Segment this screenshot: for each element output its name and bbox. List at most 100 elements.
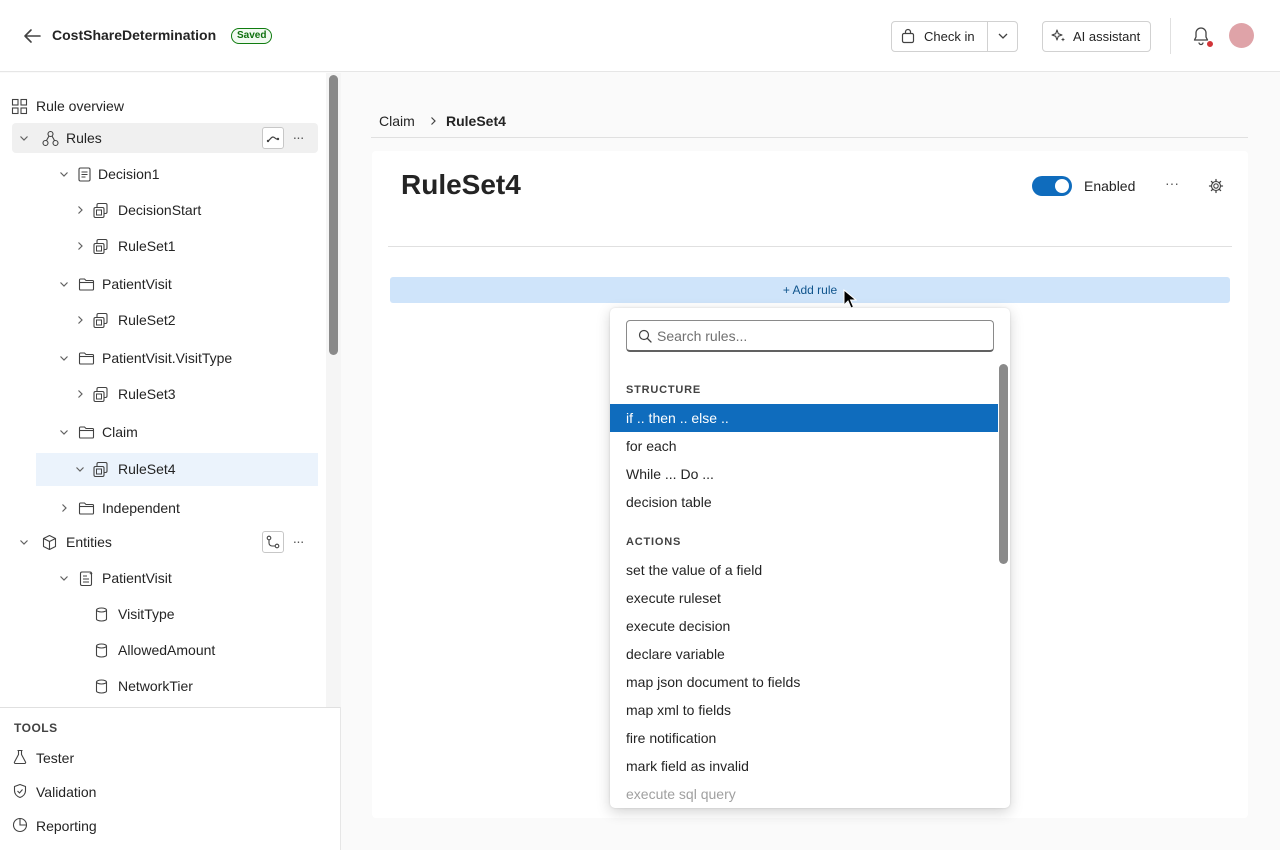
tree-item-rules[interactable]: Rules ··· bbox=[12, 123, 318, 153]
ruleset-icon bbox=[93, 238, 108, 255]
tree-item-claim[interactable]: Claim bbox=[36, 417, 318, 447]
tree-item-ruleset3[interactable]: RuleSet3 bbox=[36, 379, 318, 409]
chevron-right-icon[interactable] bbox=[74, 314, 86, 326]
database-icon bbox=[95, 607, 108, 622]
check-in-menu-button[interactable] bbox=[987, 22, 1017, 51]
tree-item-networktier[interactable]: NetworkTier bbox=[36, 671, 318, 701]
chevron-down-icon[interactable] bbox=[18, 132, 30, 144]
rule-option-declare-variable[interactable]: declare variable bbox=[610, 640, 998, 668]
rule-option-fire-notification[interactable]: fire notification bbox=[610, 724, 998, 752]
option-label: set the value of a field bbox=[626, 562, 763, 578]
tree-item-ruleset4[interactable]: RuleSet4 bbox=[36, 453, 318, 486]
sidebar-scroll-thumb[interactable] bbox=[329, 75, 338, 355]
tree-label: Entities bbox=[66, 534, 112, 550]
section-heading-actions: ACTIONS bbox=[626, 536, 682, 548]
chevron-down-icon[interactable] bbox=[58, 426, 70, 438]
rule-option-execute-ruleset[interactable]: execute ruleset bbox=[610, 584, 998, 612]
tree-item-independent[interactable]: Independent bbox=[36, 493, 318, 523]
rule-option-map-xml[interactable]: map xml to fields bbox=[610, 696, 998, 724]
pie-chart-icon bbox=[12, 817, 28, 833]
tree-label: PatientVisit.VisitType bbox=[102, 350, 233, 366]
document-icon bbox=[78, 167, 91, 182]
title-divider bbox=[388, 246, 1232, 247]
avatar[interactable] bbox=[1229, 23, 1254, 48]
chevron-down-icon[interactable] bbox=[58, 168, 70, 180]
chevron-right-icon[interactable] bbox=[74, 240, 86, 252]
folder-icon bbox=[78, 426, 95, 439]
add-rule-label: + Add rule bbox=[782, 283, 838, 297]
tree-label: AllowedAmount bbox=[118, 642, 216, 658]
more-options-icon[interactable]: ··· bbox=[288, 532, 308, 552]
option-label: execute decision bbox=[626, 618, 731, 634]
tree-item-visittype[interactable]: VisitType bbox=[36, 599, 318, 629]
entity-graph-button[interactable] bbox=[262, 531, 284, 553]
rule-option-map-json[interactable]: map json document to fields bbox=[610, 668, 998, 696]
tree-label: Decision1 bbox=[98, 166, 160, 182]
rule-option-for-each[interactable]: for each bbox=[610, 432, 998, 460]
option-label: execute sql query bbox=[626, 786, 736, 802]
dropdown-scroll-thumb[interactable] bbox=[999, 364, 1008, 564]
app-header: CostShareDetermination Saved Check in AI… bbox=[0, 0, 1280, 72]
enabled-label: Enabled bbox=[1084, 178, 1136, 194]
tool-label: Reporting bbox=[36, 818, 97, 834]
rule-option-if-then-else[interactable]: if .. then .. else .. bbox=[610, 404, 998, 432]
rule-option-execute-decision[interactable]: execute decision bbox=[610, 612, 998, 640]
chevron-down-icon[interactable] bbox=[74, 463, 86, 475]
check-in-label: Check in bbox=[924, 29, 975, 44]
chevron-down-icon[interactable] bbox=[58, 278, 70, 290]
tool-validation[interactable]: Validation bbox=[10, 780, 210, 804]
search-icon bbox=[638, 329, 652, 343]
more-options-icon[interactable]: ··· bbox=[1161, 175, 1183, 195]
rule-tree: Rule overview Rules ··· Decision1 Decisi… bbox=[0, 73, 326, 707]
rule-option-mark-invalid[interactable]: mark field as invalid bbox=[610, 752, 998, 780]
search-rules-input[interactable] bbox=[657, 326, 987, 346]
rule-option-set-field-value[interactable]: set the value of a field bbox=[610, 556, 998, 584]
ruleset-icon bbox=[93, 202, 108, 219]
tree-item-allowedamount[interactable]: AllowedAmount bbox=[36, 635, 318, 665]
rule-option-while-do[interactable]: While ... Do ... bbox=[610, 460, 998, 488]
tree-item-patientvisit[interactable]: PatientVisit bbox=[36, 269, 318, 299]
breadcrumb-current: RuleSet4 bbox=[446, 113, 506, 129]
option-label: mark field as invalid bbox=[626, 758, 749, 774]
tool-reporting[interactable]: Reporting bbox=[10, 814, 210, 838]
enabled-toggle[interactable] bbox=[1032, 176, 1072, 196]
tree-item-ruleset1[interactable]: RuleSet1 bbox=[36, 231, 318, 261]
ai-assistant-button[interactable]: AI assistant bbox=[1042, 21, 1151, 52]
tree-label: PatientVisit bbox=[102, 276, 172, 292]
option-label: fire notification bbox=[626, 730, 717, 746]
rule-overview-link[interactable]: Rule overview bbox=[8, 91, 318, 121]
folder-icon bbox=[78, 278, 95, 291]
sidebar: Rule overview Rules ··· Decision1 Decisi… bbox=[0, 73, 341, 850]
folder-icon bbox=[78, 502, 95, 515]
tree-item-entities[interactable]: Entities ··· bbox=[12, 527, 318, 557]
link-rules-button[interactable] bbox=[262, 127, 284, 149]
rule-option-execute-sql: execute sql query bbox=[610, 780, 998, 808]
database-icon bbox=[95, 679, 108, 694]
ruleset-icon bbox=[93, 312, 108, 329]
tree-item-patientvisit-visittype[interactable]: PatientVisit.VisitType bbox=[36, 343, 318, 373]
search-rules-field[interactable] bbox=[626, 320, 994, 352]
chevron-right-icon[interactable] bbox=[74, 388, 86, 400]
sparkle-icon bbox=[1051, 29, 1065, 42]
back-arrow-icon[interactable] bbox=[20, 24, 44, 48]
chevron-down-icon[interactable] bbox=[58, 572, 70, 584]
tree-item-decision1[interactable]: Decision1 bbox=[36, 159, 318, 189]
tree-item-ruleset2[interactable]: RuleSet2 bbox=[36, 305, 318, 335]
tree-item-patientvisit-entity[interactable]: PatientVisit bbox=[36, 563, 318, 593]
breadcrumb-parent[interactable]: Claim bbox=[379, 113, 415, 129]
cube-icon bbox=[42, 534, 57, 551]
add-rule-button[interactable]: + Add rule bbox=[390, 277, 1230, 303]
gear-icon[interactable] bbox=[1208, 178, 1224, 194]
chevron-right-icon[interactable] bbox=[74, 204, 86, 216]
tool-tester[interactable]: Tester bbox=[10, 746, 210, 770]
toggle-knob bbox=[1055, 179, 1069, 193]
chevron-right-icon[interactable] bbox=[58, 502, 70, 514]
more-options-icon[interactable]: ··· bbox=[288, 128, 308, 148]
chevron-down-icon[interactable] bbox=[18, 536, 30, 548]
chevron-down-icon[interactable] bbox=[58, 352, 70, 364]
rule-option-decision-table[interactable]: decision table bbox=[610, 488, 998, 516]
grid-icon bbox=[11, 98, 28, 115]
tree-item-decisionstart[interactable]: DecisionStart bbox=[36, 195, 318, 225]
check-in-button[interactable]: Check in bbox=[892, 22, 987, 51]
notification-dot bbox=[1206, 40, 1214, 48]
